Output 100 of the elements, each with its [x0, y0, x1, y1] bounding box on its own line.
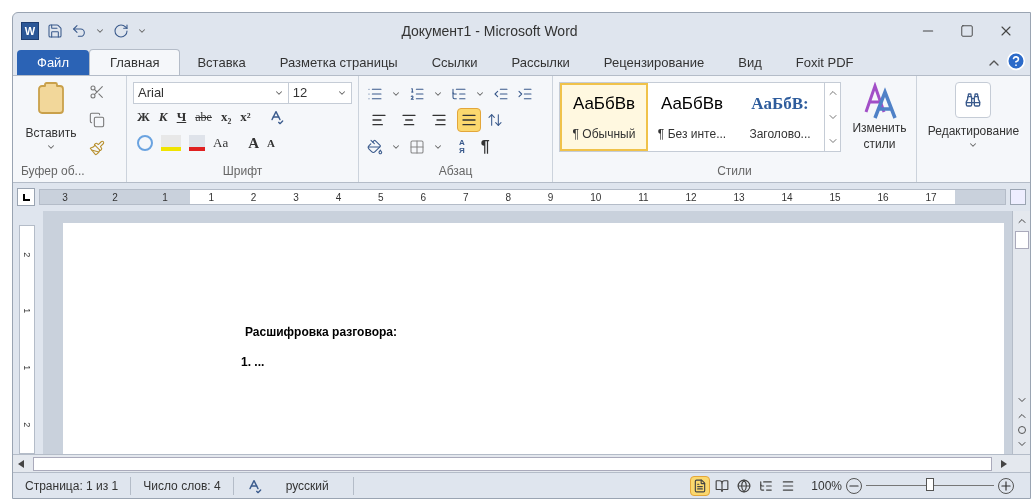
ruler-number: 17	[925, 190, 937, 205]
ruler-number: 3	[62, 190, 68, 205]
view-ruler-icon[interactable]	[1010, 189, 1026, 205]
change-case-button[interactable]: Aa	[213, 133, 229, 153]
horizontal-scrollbar[interactable]	[13, 454, 1030, 472]
font-color-icon[interactable]	[189, 135, 205, 151]
shading-icon[interactable]	[367, 139, 383, 155]
redo-icon[interactable]	[113, 23, 129, 39]
zoom-slider-thumb[interactable]	[926, 478, 934, 491]
ribbon-tab[interactable]: Вид	[721, 50, 779, 75]
ruler-number: 2	[21, 251, 34, 257]
ribbon-tab[interactable]: Разметка страницы	[262, 50, 415, 75]
change-styles-button[interactable]: Изменить стили	[849, 82, 910, 152]
align-button[interactable]	[457, 108, 481, 132]
ruler-number: 1	[208, 190, 214, 205]
format-button[interactable]: К	[158, 107, 168, 127]
save-icon[interactable]	[47, 23, 63, 39]
show-marks-button[interactable]: ¶	[480, 135, 490, 159]
caret-icon	[475, 89, 485, 99]
text-effects-icon[interactable]	[137, 135, 153, 151]
ruler-number: 2	[112, 190, 118, 205]
editing-button[interactable]: Редактирование	[927, 82, 1020, 150]
style-item[interactable]: АаБбВв ¶ Обычный	[560, 83, 648, 151]
format-button[interactable]: x₂	[220, 107, 232, 127]
style-item[interactable]: АаБбВ: Заголово...	[736, 83, 824, 151]
view-icon	[737, 478, 752, 493]
align-icon	[371, 112, 387, 128]
caret-icon	[46, 142, 56, 152]
increase-indent-icon[interactable]	[517, 86, 533, 102]
vertical-ruler[interactable]: 2 1 1 2	[19, 225, 35, 454]
scroll-right-icon[interactable]	[1000, 459, 1008, 468]
ruler-number: 9	[547, 190, 554, 205]
vertical-scrollbar[interactable]	[1012, 211, 1030, 454]
font-size-field[interactable]: 12	[288, 82, 352, 104]
ruler-number: 16	[877, 190, 889, 205]
grow-font-button[interactable]: A	[248, 131, 259, 155]
ruler-number: 15	[829, 190, 841, 205]
borders-icon[interactable]	[409, 139, 425, 155]
binoculars-icon	[965, 92, 982, 108]
scissors-icon[interactable]	[89, 84, 105, 100]
group-label: Буфер об...	[20, 163, 86, 180]
ruler-number: 10	[590, 190, 602, 205]
undo-icon[interactable]	[71, 23, 87, 39]
ribbon-tab[interactable]: Рецензирование	[586, 50, 722, 75]
group-label: Шрифт	[221, 163, 264, 180]
ruler-number: 11	[638, 190, 649, 205]
font-name-field[interactable]: Arial	[133, 82, 289, 104]
ribbon-tab[interactable]: Главная	[88, 49, 181, 75]
copy-icon[interactable]	[89, 112, 105, 128]
page-status[interactable]: Страница: 1 из 1	[13, 476, 132, 495]
zoom-level[interactable]: 100%	[811, 476, 842, 495]
ribbon-tab[interactable]: Вставка	[180, 50, 263, 75]
shrink-font-button[interactable]: A	[267, 134, 275, 152]
view-button[interactable]	[690, 475, 711, 496]
ruler-number: 8	[505, 190, 511, 205]
document-heading: Расшифровка разговора:	[245, 324, 398, 341]
view-icon	[759, 478, 774, 493]
style-item[interactable]: АаБбВв ¶ Без инте...	[648, 83, 736, 151]
caret-icon	[391, 89, 401, 99]
scroll-left-icon[interactable]	[17, 459, 25, 468]
format-button[interactable]: Ж	[137, 107, 150, 127]
ruler-number: 13	[733, 190, 745, 205]
language-status[interactable]: русский	[273, 476, 354, 495]
scroll-thumb[interactable]	[1014, 231, 1029, 249]
sort-button[interactable]: А Я	[459, 139, 465, 155]
multilevel-list-icon[interactable]	[451, 86, 467, 102]
word-logo[interactable]: W	[21, 22, 39, 40]
scroll-thumb[interactable]	[33, 456, 992, 471]
format-button[interactable]: abe	[195, 108, 212, 126]
help-icon[interactable]	[1006, 51, 1026, 71]
ruler-number: 4	[335, 190, 342, 205]
maximize-icon[interactable]	[960, 24, 974, 38]
file-tab[interactable]: Файл	[17, 50, 89, 75]
ribbon-tab[interactable]: Ссылки	[414, 50, 495, 75]
numbered-list-icon[interactable]	[409, 86, 425, 102]
bullet-list-icon[interactable]	[367, 86, 383, 102]
ruler-number: 1	[21, 365, 34, 371]
ruler-number: 14	[781, 190, 793, 205]
ruler-number: 1	[21, 308, 34, 314]
paste-button[interactable]: Вставить	[21, 80, 81, 162]
format-button[interactable]: x²	[240, 107, 251, 127]
view-icon	[781, 478, 796, 493]
ribbon-tab[interactable]: Foxit PDF	[778, 50, 871, 75]
format-button[interactable]: Ч	[176, 107, 187, 127]
caret-icon	[391, 142, 401, 152]
tab-stop-selector[interactable]	[17, 188, 35, 206]
document-page[interactable]: Расшифровка разговора: 1. ...	[63, 223, 1004, 454]
caret-icon	[273, 88, 284, 98]
paintbrush-icon[interactable]	[89, 140, 105, 156]
line-spacing-icon[interactable]	[487, 112, 503, 128]
word-count[interactable]: Число слов: 4	[131, 476, 234, 495]
caret-icon	[95, 26, 105, 36]
ruler-number: 5	[378, 190, 384, 205]
horizontal-ruler[interactable]: 3 2 1 1 2 3 4 5 6 7 8 9 10 11 12 13 14 15 16 17	[39, 189, 1006, 205]
decrease-indent-icon[interactable]	[493, 86, 509, 102]
ribbon-tab[interactable]: Рассылки	[494, 50, 587, 75]
view-icon	[693, 478, 708, 493]
group-label: Абзац	[437, 163, 474, 180]
caret-icon	[337, 88, 347, 98]
align-icon	[401, 112, 417, 128]
